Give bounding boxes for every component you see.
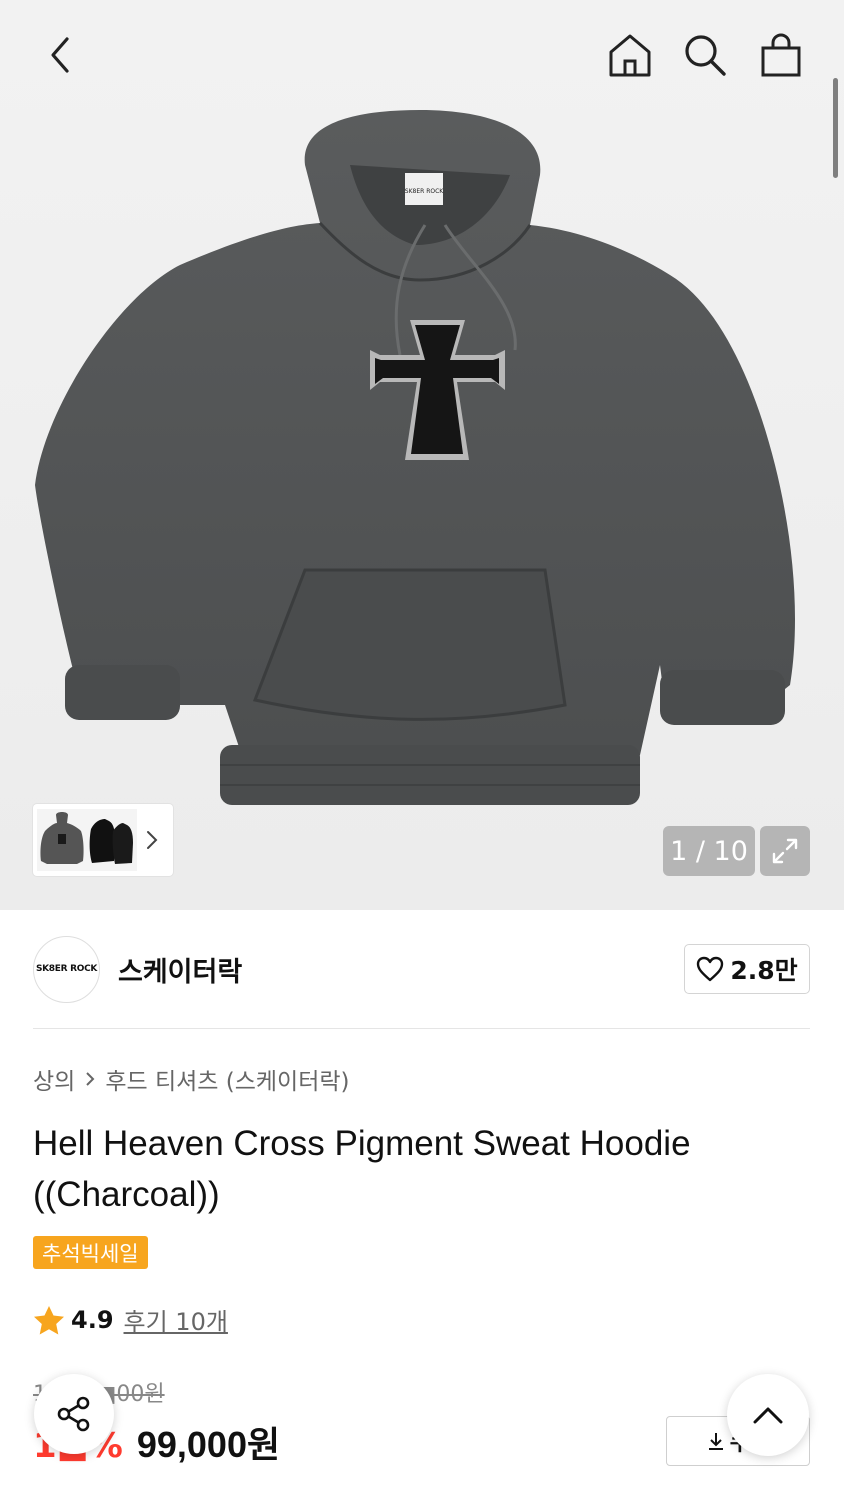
home-button[interactable] <box>600 25 660 85</box>
chevron-left-icon <box>51 37 69 73</box>
chevron-up-icon <box>753 1407 783 1424</box>
breadcrumb-subcategory[interactable]: 후드 티셔츠 (스케이터락) <box>105 1062 349 1096</box>
thumbnail-colors[interactable] <box>87 809 137 871</box>
expand-icon <box>772 838 798 864</box>
sale-price: 99,000원 <box>136 1424 281 1465</box>
star-icon <box>34 1305 64 1334</box>
sale-badge: 추석빅세일 <box>33 1236 148 1269</box>
shopping-bag-icon <box>761 33 801 77</box>
home-icon <box>609 34 651 77</box>
breadcrumb: 상의 후드 티셔츠 (스케이터락) <box>33 1062 350 1096</box>
share-button[interactable] <box>34 1374 114 1454</box>
chevron-right-icon <box>86 1072 95 1086</box>
rating-score: 4.9 <box>71 1305 114 1334</box>
product-image: SK8ER ROCK <box>35 110 795 805</box>
thumbnail-strip[interactable] <box>33 804 173 876</box>
divider <box>33 1028 810 1029</box>
review-link[interactable]: 후기 10개 <box>124 1302 228 1337</box>
heart-icon <box>697 956 724 982</box>
back-button[interactable] <box>30 25 90 85</box>
brand-logo[interactable]: SK8ER ROCK <box>33 935 100 1003</box>
thumbnail-front[interactable] <box>37 809 87 871</box>
breadcrumb-category[interactable]: 상의 <box>33 1062 75 1096</box>
expand-button[interactable] <box>760 826 810 876</box>
cart-button[interactable] <box>751 25 811 85</box>
product-gallery[interactable]: SK8ER ROCK 1 / 10 <box>0 0 844 910</box>
rating: 4.9 후기 10개 <box>33 1302 228 1337</box>
search-icon <box>685 35 726 76</box>
search-button[interactable] <box>675 25 735 85</box>
share-icon <box>57 1396 90 1432</box>
scroll-top-button[interactable] <box>727 1374 809 1456</box>
brand-row: SK8ER ROCK 스케이터락 2.8만 <box>33 935 810 1003</box>
download-icon <box>708 1433 723 1450</box>
hood-label-text: SK8ER ROCK <box>405 188 445 195</box>
like-button[interactable]: 2.8만 <box>684 944 810 994</box>
brand-name[interactable]: 스케이터락 <box>118 950 242 989</box>
chevron-right-icon[interactable] <box>145 829 159 851</box>
top-bar <box>0 0 844 110</box>
like-count: 2.8만 <box>730 956 798 985</box>
image-counter: 1 / 10 <box>663 826 755 876</box>
product-title: Hell Heaven Cross Pigment Sweat Hoodie (… <box>33 1124 691 1214</box>
